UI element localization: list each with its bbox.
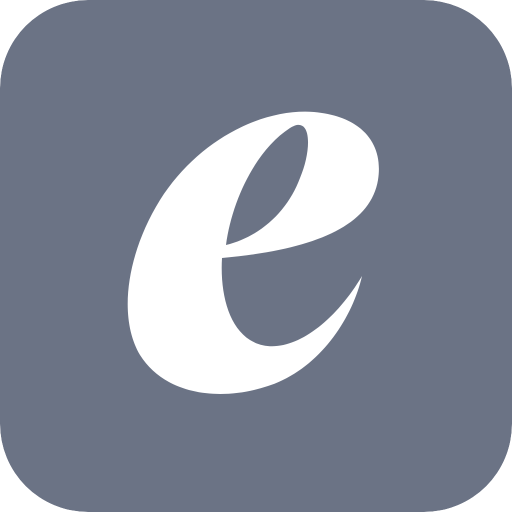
letter-e-logo-icon: [0, 0, 512, 512]
app-icon[interactable]: [0, 0, 512, 512]
icon-background: [0, 0, 512, 512]
